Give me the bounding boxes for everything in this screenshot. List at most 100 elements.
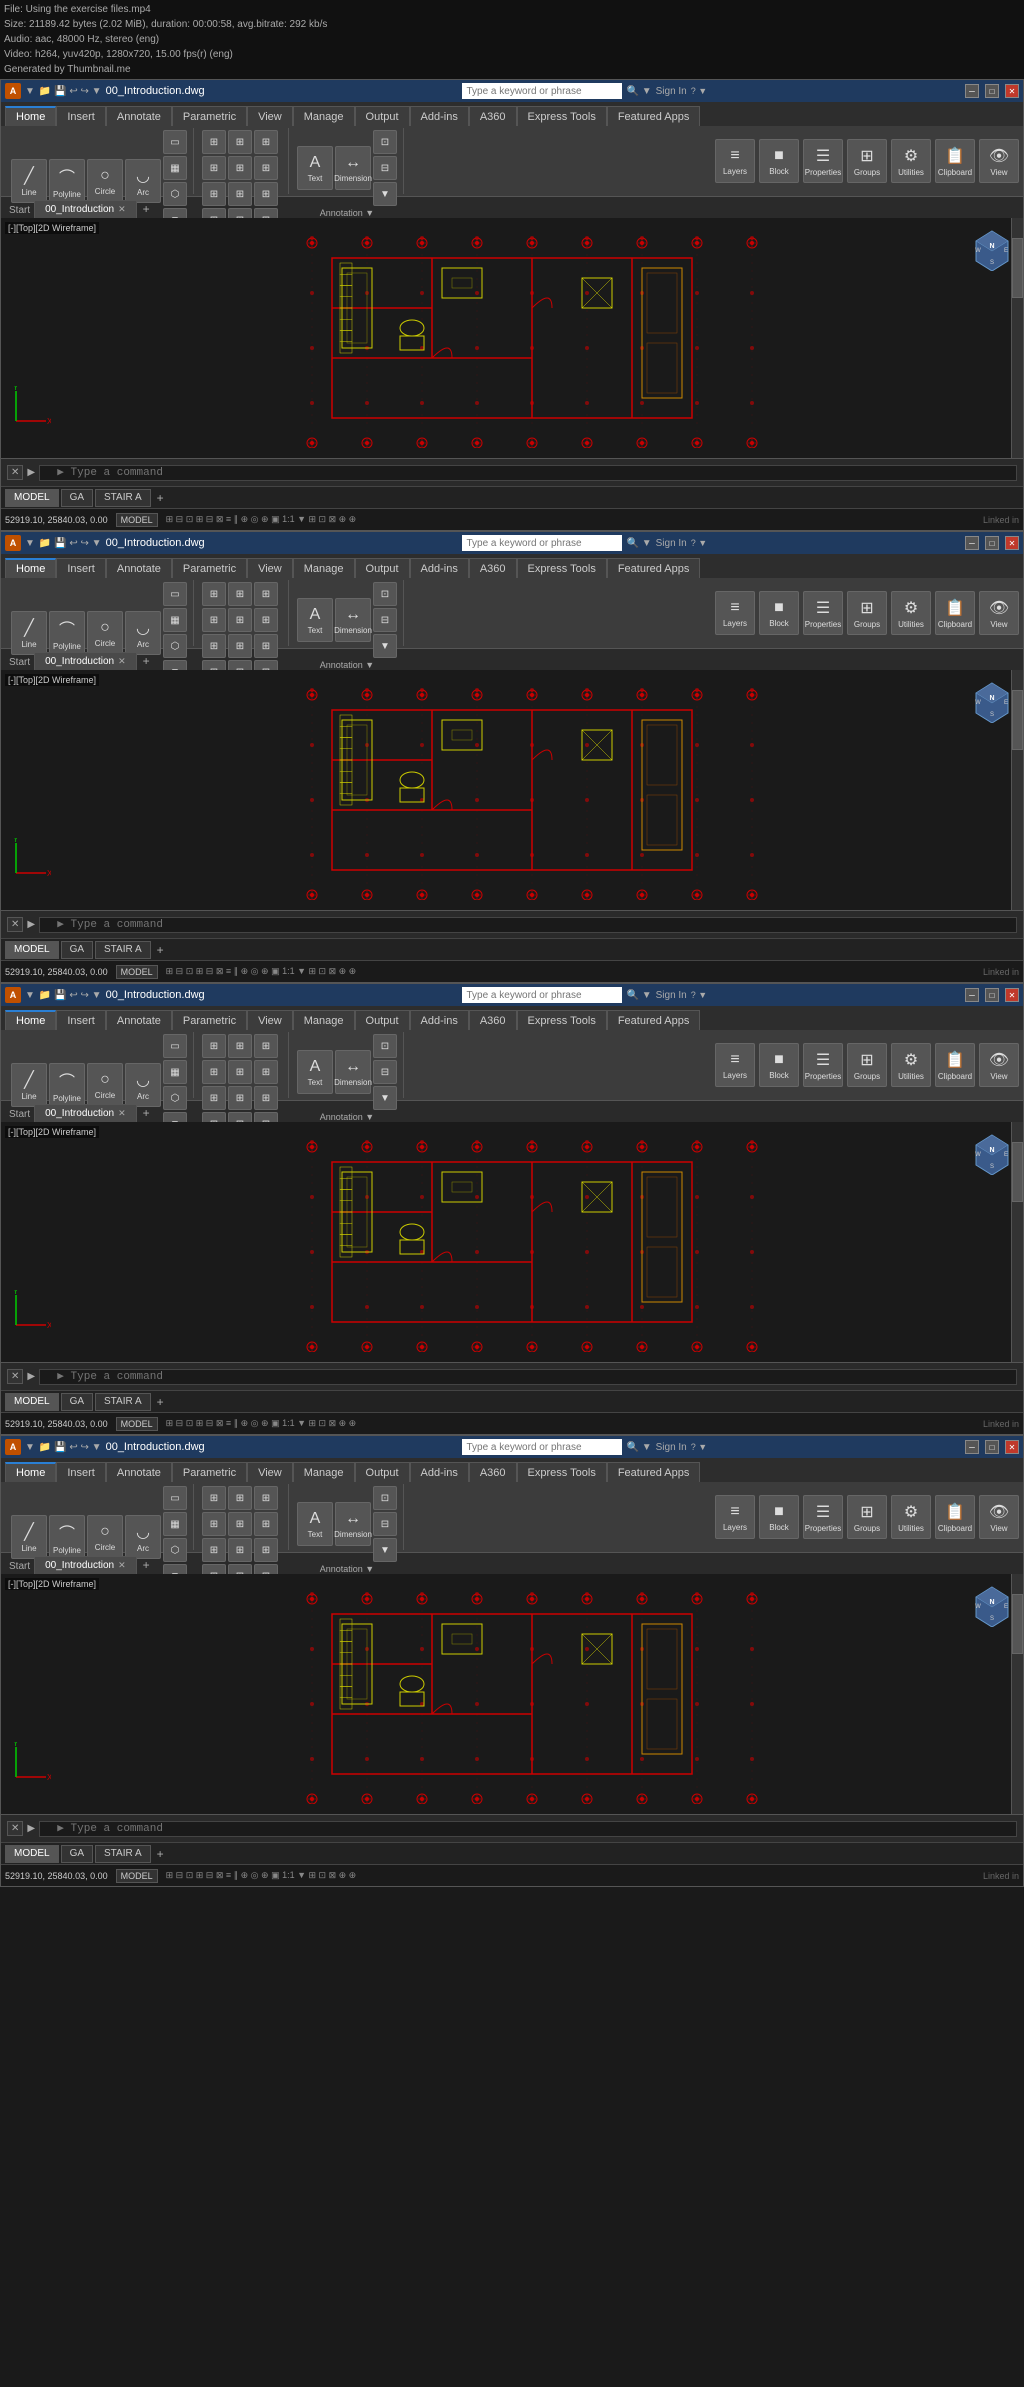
ribbon-tab-express tools-1[interactable]: Express Tools: [517, 558, 607, 578]
right-tool-layers-0[interactable]: ≡ Layers: [715, 139, 755, 183]
modify-tool-7-1[interactable]: ⊞: [228, 634, 252, 658]
drawing-tab-active-3[interactable]: 00_Introduction ✕: [34, 1556, 137, 1574]
ribbon-tab-annotate-0[interactable]: Annotate: [106, 106, 172, 126]
maximize-btn-2[interactable]: □: [985, 988, 999, 1002]
help-btn-1[interactable]: ? ▼: [691, 538, 707, 548]
modify-tool-7-2[interactable]: ⊞: [228, 1086, 252, 1110]
status-model-0[interactable]: MODEL: [116, 513, 158, 527]
right-tool-groups-0[interactable]: ⊞ Groups: [847, 139, 887, 183]
right-tool-groups-3[interactable]: ⊞ Groups: [847, 1495, 887, 1539]
ann-tool3-1[interactable]: ▼: [373, 634, 397, 658]
nav-cube-1[interactable]: N S W E: [970, 678, 1015, 723]
start-tab-1[interactable]: Start: [5, 655, 34, 670]
polyline-tool-0[interactable]: ⌒ Polyline: [49, 159, 85, 203]
modify-tool-2-2[interactable]: ⊞: [254, 1034, 278, 1058]
ann-tool1-3[interactable]: ⊡: [373, 1486, 397, 1510]
right-tool-block-3[interactable]: ■ Block: [759, 1495, 799, 1539]
ribbon-tab-featured apps-0[interactable]: Featured Apps: [607, 106, 701, 126]
circle-tool-1[interactable]: ○ Circle: [87, 611, 123, 655]
nav-cube-2[interactable]: N S W E: [970, 1130, 1015, 1175]
maximize-btn-1[interactable]: □: [985, 536, 999, 550]
modify-tool-0-1[interactable]: ⊞: [202, 582, 226, 606]
ann-tool3-0[interactable]: ▼: [373, 182, 397, 206]
cmd-input-1[interactable]: [39, 917, 1017, 933]
dimension-tool-3[interactable]: ↔ Dimension: [335, 1502, 371, 1546]
right-tool-properties-2[interactable]: ☰ Properties: [803, 1043, 843, 1087]
search-input-1[interactable]: [462, 535, 622, 551]
line-tool-3[interactable]: ╱ Line: [11, 1515, 47, 1559]
modify-tool-5-2[interactable]: ⊞: [254, 1060, 278, 1084]
model-tab-ga-3[interactable]: GA: [61, 1845, 93, 1863]
sign-in-2[interactable]: Sign In: [656, 990, 687, 1001]
nav-cube-0[interactable]: N S W E: [970, 226, 1015, 271]
tab-add-1[interactable]: +: [137, 652, 156, 670]
polyline-tool-3[interactable]: ⌒ Polyline: [49, 1515, 85, 1559]
modify-tool-6-3[interactable]: ⊞: [202, 1538, 226, 1562]
right-tool-layers-1[interactable]: ≡ Layers: [715, 591, 755, 635]
text-tool-3[interactable]: A Text: [297, 1502, 333, 1546]
right-tool-layers-3[interactable]: ≡ Layers: [715, 1495, 755, 1539]
minimize-btn-1[interactable]: ─: [965, 536, 979, 550]
close-btn-1[interactable]: ✕: [1005, 536, 1019, 550]
ribbon-tab-parametric-3[interactable]: Parametric: [172, 1462, 247, 1482]
modify-tool-4-0[interactable]: ⊞: [228, 156, 252, 180]
dimension-tool-0[interactable]: ↔ Dimension: [335, 146, 371, 190]
modify-tool-1-1[interactable]: ⊞: [228, 582, 252, 606]
ribbon-tab-manage-3[interactable]: Manage: [293, 1462, 355, 1482]
close-btn-0[interactable]: ✕: [1005, 84, 1019, 98]
modify-tool-6-1[interactable]: ⊞: [202, 634, 226, 658]
region-tool-3[interactable]: ⬡: [163, 1538, 187, 1562]
model-tab-stair a-2[interactable]: STAIR A: [95, 1393, 151, 1411]
ann-tool1-2[interactable]: ⊡: [373, 1034, 397, 1058]
modify-tool-4-2[interactable]: ⊞: [228, 1060, 252, 1084]
ann-tool3-2[interactable]: ▼: [373, 1086, 397, 1110]
right-tool-block-0[interactable]: ■ Block: [759, 139, 799, 183]
ribbon-tab-insert-3[interactable]: Insert: [56, 1462, 106, 1482]
right-tool-clipboard-3[interactable]: 📋 Clipboard: [935, 1495, 975, 1539]
modify-tool-1-3[interactable]: ⊞: [228, 1486, 252, 1510]
right-tool-view-1[interactable]: 👁 View: [979, 591, 1019, 635]
ann-tool2-1[interactable]: ⊟: [373, 608, 397, 632]
circle-tool-2[interactable]: ○ Circle: [87, 1063, 123, 1107]
modify-tool-1-0[interactable]: ⊞: [228, 130, 252, 154]
drawing-tab-active-2[interactable]: 00_Introduction ✕: [34, 1104, 137, 1122]
circle-tool-3[interactable]: ○ Circle: [87, 1515, 123, 1559]
modify-tool-4-3[interactable]: ⊞: [228, 1512, 252, 1536]
model-tab-stair a-3[interactable]: STAIR A: [95, 1845, 151, 1863]
modify-tool-7-0[interactable]: ⊞: [228, 182, 252, 206]
scrollbar-right-1[interactable]: [1011, 670, 1023, 910]
model-tab-ga-1[interactable]: GA: [61, 941, 93, 959]
sign-in-3[interactable]: Sign In: [656, 1442, 687, 1453]
ribbon-tab-annotate-1[interactable]: Annotate: [106, 558, 172, 578]
ribbon-tab-manage-1[interactable]: Manage: [293, 558, 355, 578]
cmd-input-2[interactable]: [39, 1369, 1017, 1385]
modify-tool-0-2[interactable]: ⊞: [202, 1034, 226, 1058]
ribbon-tab-manage-2[interactable]: Manage: [293, 1010, 355, 1030]
scrollbar-thumb-0[interactable]: [1012, 238, 1023, 298]
help-btn-0[interactable]: ? ▼: [691, 86, 707, 96]
text-tool-2[interactable]: A Text: [297, 1050, 333, 1094]
right-tool-view-0[interactable]: 👁 View: [979, 139, 1019, 183]
minimize-btn-2[interactable]: ─: [965, 988, 979, 1002]
modify-tool-0-0[interactable]: ⊞: [202, 130, 226, 154]
ribbon-tab-view-2[interactable]: View: [247, 1010, 293, 1030]
ribbon-tab-insert-2[interactable]: Insert: [56, 1010, 106, 1030]
model-tab-model-0[interactable]: MODEL: [5, 489, 59, 507]
rect-tool-0[interactable]: ▭: [163, 130, 187, 154]
nav-cube-3[interactable]: N S W E: [970, 1582, 1015, 1627]
rect-tool-1[interactable]: ▭: [163, 582, 187, 606]
start-tab-3[interactable]: Start: [5, 1559, 34, 1574]
ann-tool1-0[interactable]: ⊡: [373, 130, 397, 154]
ribbon-tab-featured apps-1[interactable]: Featured Apps: [607, 558, 701, 578]
modify-tool-5-1[interactable]: ⊞: [254, 608, 278, 632]
help-btn-2[interactable]: ? ▼: [691, 990, 707, 1000]
hatch-tool-0[interactable]: ▦: [163, 156, 187, 180]
ribbon-tab-output-3[interactable]: Output: [355, 1462, 410, 1482]
right-tool-view-2[interactable]: 👁 View: [979, 1043, 1019, 1087]
arc-tool-2[interactable]: ◡ Arc: [125, 1063, 161, 1107]
ribbon-tab-annotate-3[interactable]: Annotate: [106, 1462, 172, 1482]
hatch-tool-3[interactable]: ▦: [163, 1512, 187, 1536]
ribbon-tab-manage-0[interactable]: Manage: [293, 106, 355, 126]
ribbon-tab-a360-3[interactable]: A360: [469, 1462, 517, 1482]
modify-tool-6-0[interactable]: ⊞: [202, 182, 226, 206]
